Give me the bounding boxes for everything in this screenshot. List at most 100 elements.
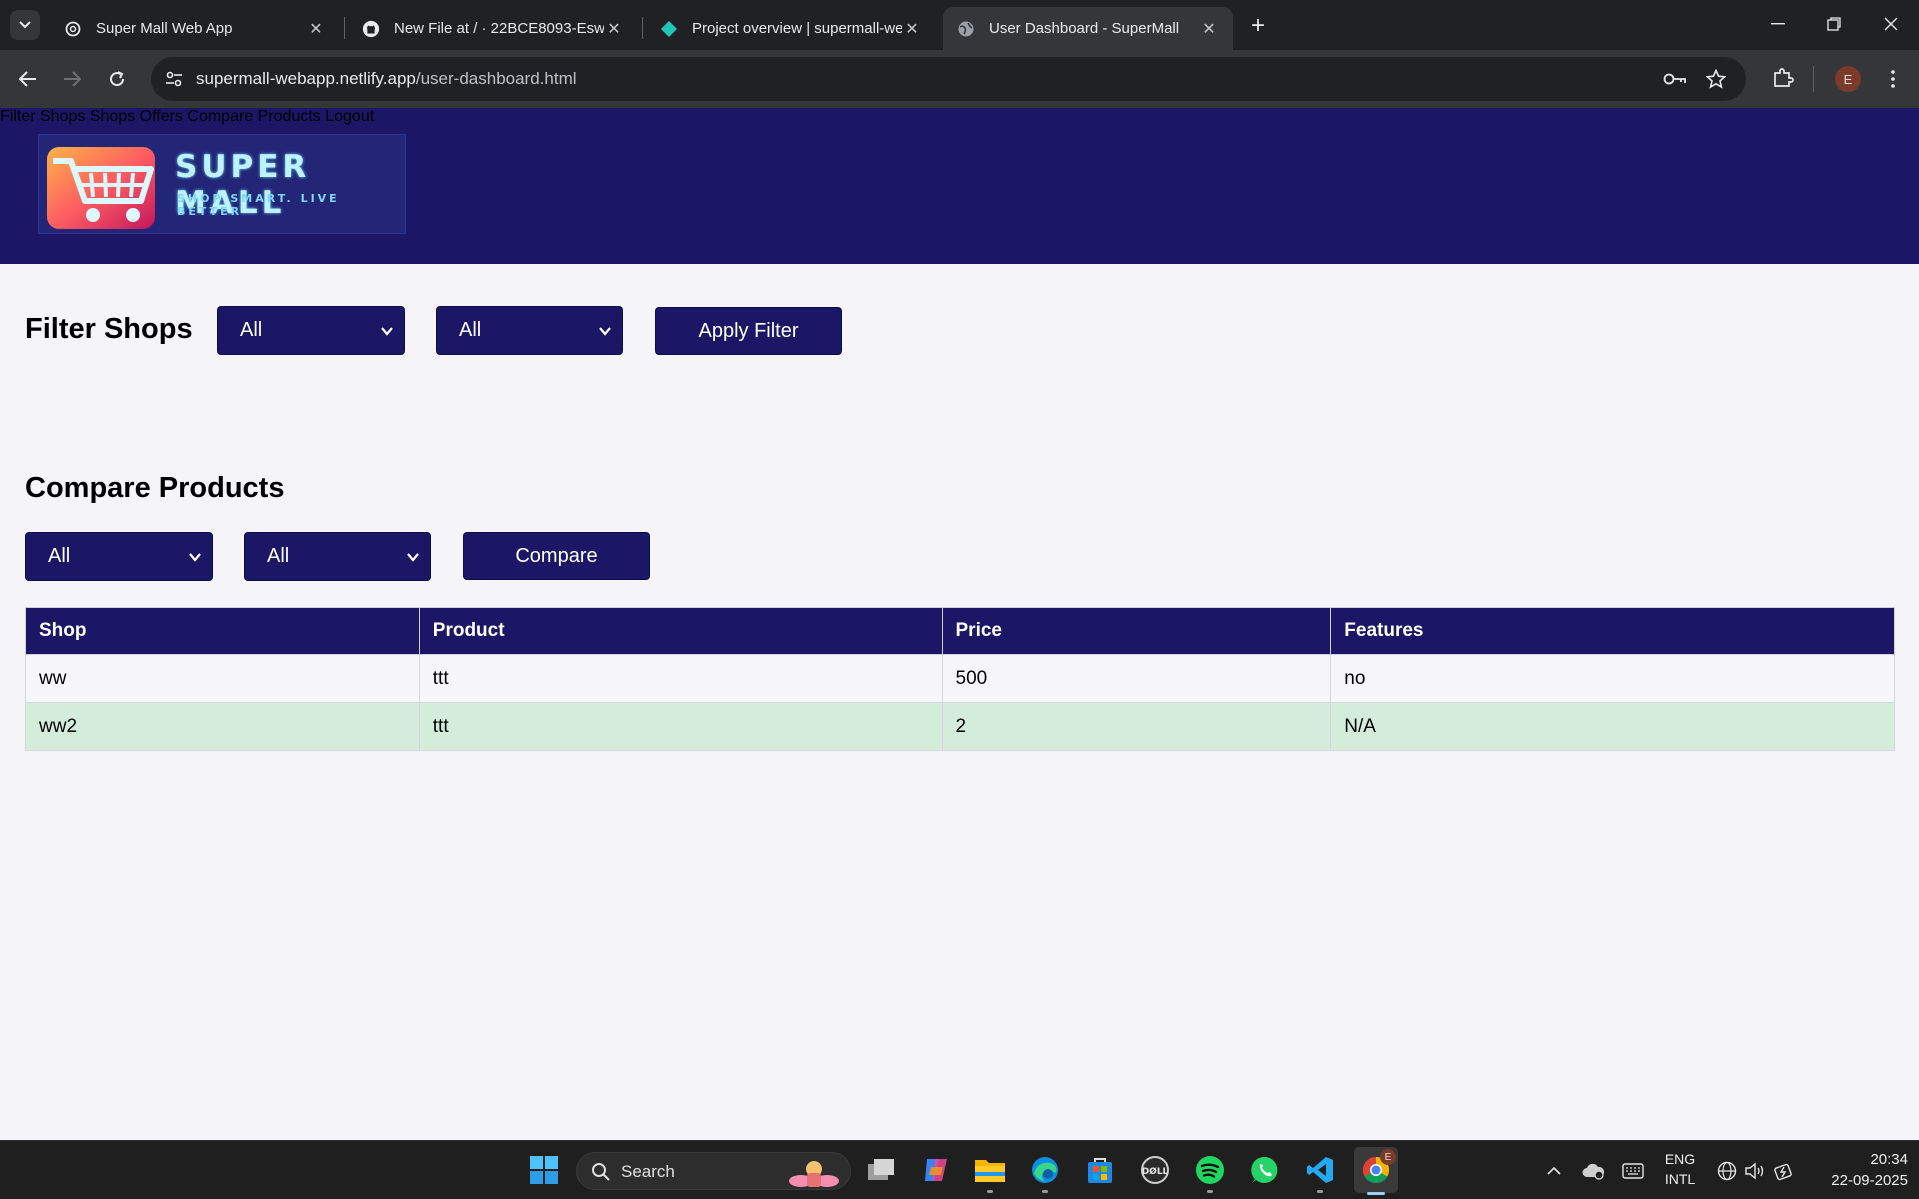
windows-start-icon[interactable] xyxy=(525,1151,563,1189)
battery-charging-icon[interactable] xyxy=(1770,1141,1796,1199)
whatsapp-icon[interactable] xyxy=(1246,1151,1284,1189)
compare-button[interactable]: Compare xyxy=(463,532,650,580)
close-tab-icon[interactable]: ✕ xyxy=(902,19,922,39)
windows-taskbar: Search DØLL E ENG INTL 20:34 22-09-2025 xyxy=(0,1140,1919,1199)
filter-floor-select[interactable]: All xyxy=(436,306,623,355)
column-header-features: Features xyxy=(1330,607,1895,655)
tab-divider xyxy=(344,17,345,39)
close-tab-icon[interactable]: ✕ xyxy=(306,19,326,39)
cell-features: N/A xyxy=(1330,702,1895,751)
nav-compare-products[interactable]: Compare Products xyxy=(187,108,320,125)
keyboard-layout: INTL xyxy=(1664,1171,1696,1187)
column-header-product: Product xyxy=(418,607,943,655)
profile-avatar[interactable]: E xyxy=(1835,66,1861,92)
tab-user-dashboard[interactable]: User Dashboard - SuperMall ✕ xyxy=(943,7,1233,50)
spotify-icon[interactable] xyxy=(1191,1151,1229,1193)
site-info-icon[interactable] xyxy=(161,66,187,92)
chevron-down-icon xyxy=(407,553,419,562)
tab-search-button[interactable] xyxy=(10,10,40,40)
close-tab-icon[interactable]: ✕ xyxy=(1199,19,1219,39)
onedrive-cloud-icon[interactable] xyxy=(1578,1141,1608,1199)
file-explorer-icon[interactable] xyxy=(971,1151,1009,1193)
url-host: supermall-webapp.netlify.app xyxy=(196,69,416,88)
input-language-indicator[interactable]: ENG INTL xyxy=(1658,1149,1702,1189)
tab-title: User Dashboard - SuperMall xyxy=(989,20,1180,37)
password-key-icon[interactable] xyxy=(1663,67,1687,91)
extensions-puzzle-icon[interactable] xyxy=(1768,63,1798,93)
dell-icon[interactable]: DØLL xyxy=(1136,1151,1174,1189)
nav-offers[interactable]: Offers xyxy=(140,108,183,125)
search-icon xyxy=(592,1163,610,1181)
reload-icon[interactable] xyxy=(101,63,133,95)
copilot-icon[interactable] xyxy=(917,1151,955,1189)
new-tab-button[interactable]: + xyxy=(1244,12,1272,40)
url-text[interactable]: supermall-webapp.netlify.app/user-dashbo… xyxy=(196,69,577,89)
site-nav: Filter Shops Shops Offers Compare Produc… xyxy=(0,108,1919,126)
microsoft-store-icon[interactable] xyxy=(1081,1151,1119,1189)
clock-time: 20:34 xyxy=(1870,1151,1908,1168)
back-icon[interactable] xyxy=(12,63,44,95)
browser-menu-icon[interactable] xyxy=(1880,66,1906,92)
search-label: Search xyxy=(621,1162,675,1181)
taskbar-search[interactable]: Search xyxy=(576,1152,851,1190)
shopping-cart-logo-icon xyxy=(47,147,155,229)
compare-product1-select[interactable]: All xyxy=(25,532,213,581)
search-highlight-icon xyxy=(789,1161,839,1187)
chevron-down-icon xyxy=(189,553,201,562)
table-header-row: Shop Product Price Features xyxy=(25,607,1895,655)
nav-logout[interactable]: Logout xyxy=(325,108,374,125)
tab-super-mall-web-app[interactable]: Super Mall Web App ✕ xyxy=(50,7,340,50)
network-globe-icon[interactable] xyxy=(1714,1141,1740,1199)
compare-product2-select[interactable]: All xyxy=(244,532,431,581)
running-indicator xyxy=(1317,1190,1323,1193)
cell-features: no xyxy=(1330,654,1895,703)
bookmark-star-icon[interactable] xyxy=(1704,67,1728,91)
browser-tab-strip: Super Mall Web App ✕ New File at / · 22B… xyxy=(0,0,1919,50)
forward-icon[interactable] xyxy=(56,63,88,95)
cell-product: ttt xyxy=(418,654,943,703)
restore-icon[interactable] xyxy=(1806,0,1862,48)
tab-title: Project overview | supermall-web xyxy=(692,20,902,37)
chevron-down-icon xyxy=(599,327,611,336)
select-value: All xyxy=(459,319,482,341)
clock-date: 22-09-2025 xyxy=(1831,1172,1908,1189)
globe-icon xyxy=(957,20,975,38)
toolbar-divider xyxy=(1813,66,1814,92)
close-window-icon[interactable] xyxy=(1863,0,1919,48)
select-value: All xyxy=(267,545,290,567)
filter-shops-heading: Filter Shops xyxy=(25,313,193,345)
close-tab-icon[interactable]: ✕ xyxy=(604,19,624,39)
edge-browser-icon[interactable] xyxy=(1026,1151,1064,1193)
select-value: All xyxy=(48,545,71,567)
table-row: ww ttt 500 no xyxy=(25,654,1895,703)
svg-text:DØLL: DØLL xyxy=(1142,1166,1169,1177)
column-header-price: Price xyxy=(941,607,1332,655)
volume-icon[interactable] xyxy=(1742,1141,1768,1199)
show-hidden-icons-chevron-up-icon[interactable] xyxy=(1540,1141,1568,1199)
filter-category-select[interactable]: All xyxy=(217,306,405,355)
nav-filter-shops[interactable]: Filter Shops xyxy=(0,108,85,125)
system-clock[interactable]: 20:34 22-09-2025 xyxy=(1808,1149,1908,1191)
language-code: ENG xyxy=(1664,1151,1696,1167)
chrome-icon[interactable]: E xyxy=(1354,1147,1398,1195)
apply-filter-button[interactable]: Apply Filter xyxy=(655,307,842,355)
site-header: SUPER MALL SHOP SMART. LIVE BETTER Filte… xyxy=(0,108,1919,264)
chrome-profile-badge: E xyxy=(1380,1149,1396,1165)
column-header-shop: Shop xyxy=(25,607,420,655)
minimize-icon[interactable] xyxy=(1750,0,1806,48)
tab-title: Super Mall Web App xyxy=(96,20,233,37)
running-indicator xyxy=(1207,1190,1213,1193)
openai-icon xyxy=(64,20,82,38)
task-view-icon[interactable] xyxy=(862,1151,900,1189)
tab-github-new-file[interactable]: New File at / · 22BCE8093-Eswar ✕ xyxy=(348,7,638,50)
super-mall-logo[interactable]: SUPER MALL SHOP SMART. LIVE BETTER xyxy=(38,134,406,234)
address-bar[interactable]: supermall-webapp.netlify.app/user-dashbo… xyxy=(151,57,1746,101)
tab-netlify-project-overview[interactable]: Project overview | supermall-web ✕ xyxy=(646,7,936,50)
compare-products-heading: Compare Products xyxy=(25,472,285,504)
browser-toolbar: supermall-webapp.netlify.app/user-dashbo… xyxy=(0,50,1919,108)
nav-shops[interactable]: Shops xyxy=(90,108,135,125)
vscode-icon[interactable] xyxy=(1301,1151,1339,1193)
table-row: ww2 ttt 2 N/A xyxy=(25,702,1895,751)
netlify-icon xyxy=(660,20,678,38)
keyboard-icon[interactable] xyxy=(1618,1141,1648,1199)
